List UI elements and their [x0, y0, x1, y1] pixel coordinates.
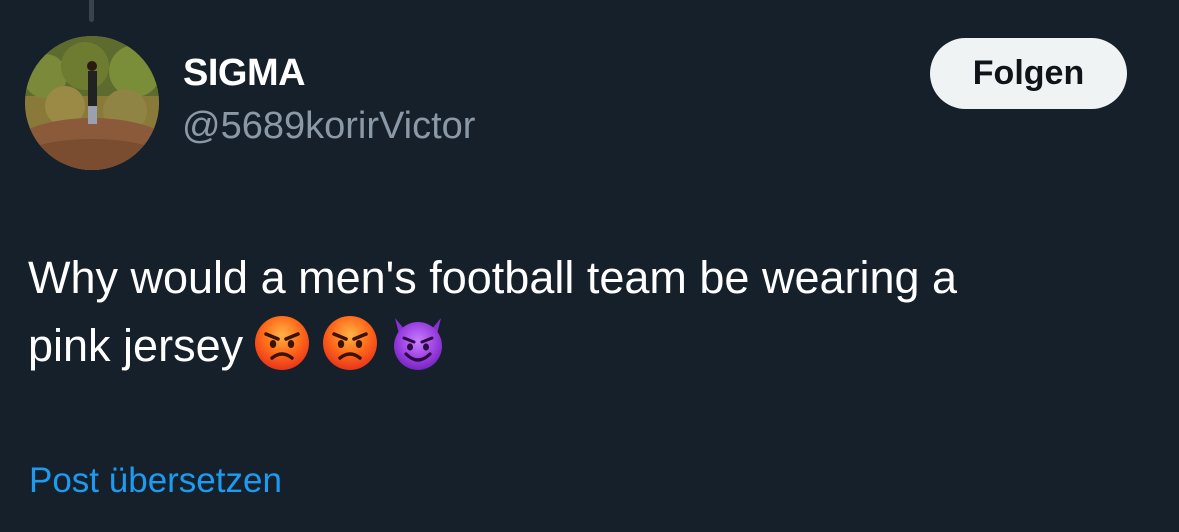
post-text-line: pink jersey	[28, 312, 1138, 380]
follow-button[interactable]: Folgen	[930, 38, 1127, 109]
avatar[interactable]	[25, 36, 159, 170]
smiling-devil-icon	[389, 314, 447, 372]
angry-face-icon	[253, 314, 311, 372]
translate-post-link[interactable]: Post übersetzen	[29, 461, 282, 501]
emoji-group	[253, 314, 457, 372]
angry-face-icon	[321, 314, 379, 372]
post-text-fragment: pink jersey	[28, 320, 244, 371]
post-text: Why would a men's football team be weari…	[28, 244, 1138, 380]
post-text-line: Why would a men's football team be weari…	[28, 252, 958, 303]
author-handle[interactable]: @5689korirVictor	[182, 105, 475, 148]
thread-connector-line	[89, 0, 94, 22]
author-display-name[interactable]: SIGMA	[183, 52, 306, 95]
